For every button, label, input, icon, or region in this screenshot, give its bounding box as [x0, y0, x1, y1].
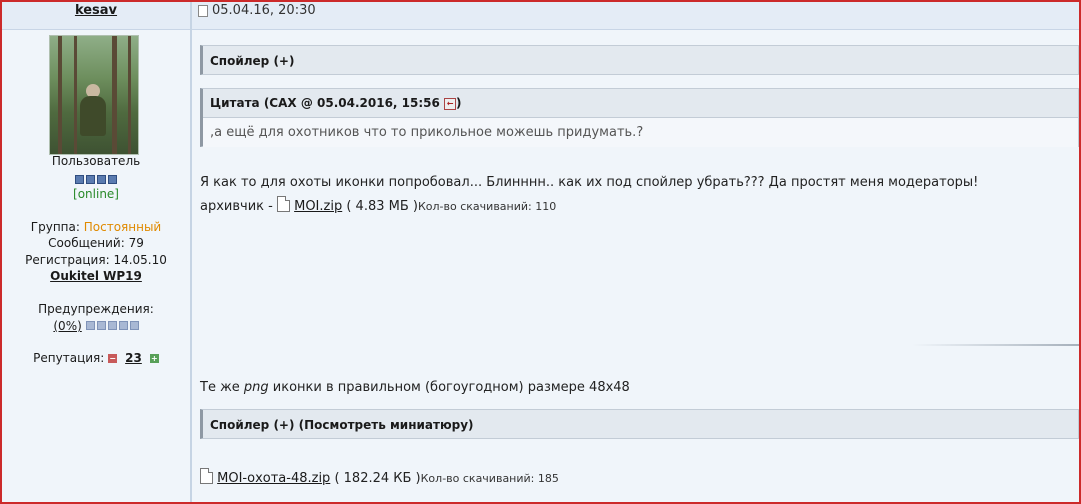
rep-minus-icon[interactable]: − — [108, 354, 118, 363]
line2-part-b: иконки в правильном (богоугодном) размер… — [268, 380, 630, 395]
post-body: 05.04.16, 20:30 Спойлер (+) Цитата (САХ … — [192, 2, 1079, 502]
reg-value: 14.05.10 — [113, 253, 167, 267]
post-date: 05.04.16, 20:30 — [212, 3, 316, 18]
file1-size: ( 4.83 МБ ) — [342, 199, 418, 214]
file1-downloads: Кол-во скачиваний: 110 — [417, 200, 557, 213]
warnings-row: (0%) — [2, 319, 190, 333]
file-icon — [276, 196, 290, 212]
username-link[interactable]: kesav — [2, 2, 190, 18]
reputation-row: Репутация: −23 + — [2, 351, 190, 365]
rank-pips — [2, 173, 190, 187]
avatar — [49, 35, 139, 155]
posts-label: Сообщений: — [48, 236, 125, 250]
online-status: [online] — [73, 187, 119, 201]
rep-plus-icon[interactable]: + — [149, 354, 159, 363]
reg-label: Регистрация: — [25, 253, 110, 267]
user-group: Группа: Постоянный — [2, 220, 190, 234]
line2-part-a: Те же — [200, 380, 244, 395]
quote-header-text: Цитата (САХ @ 05.04.2016, 15:56 — [210, 96, 445, 110]
avatar-person — [80, 96, 106, 136]
group-value: Постоянный — [83, 220, 162, 234]
rep-label: Репутация: — [33, 351, 105, 365]
user-registration: Регистрация: 14.05.10 — [2, 253, 190, 267]
avatar-tree — [112, 36, 117, 154]
file2-downloads: Кол-во скачиваний: 185 — [420, 472, 559, 485]
post-text-line2: Те же png иконки в правильном (богоугодн… — [200, 380, 630, 395]
user-posts: Сообщений: 79 — [2, 236, 190, 250]
warning-pips — [85, 321, 139, 330]
quote-header: Цитата (САХ @ 05.04.2016, 15:56 ←) — [203, 89, 1078, 118]
avatar-tree — [58, 36, 62, 154]
quote-back-icon[interactable]: ← — [444, 97, 457, 110]
post-text-line1: Я как то для охоты иконки попробовал... … — [200, 175, 979, 190]
avatar-tree — [74, 36, 77, 154]
spoiler-toggle-thumbnail[interactable]: Спойлер (+) (Посмотреть миниатюру) — [200, 409, 1079, 439]
avatar-tree — [128, 36, 131, 154]
quote-block: Цитата (САХ @ 05.04.2016, 15:56 ←) ,а ещ… — [200, 88, 1079, 147]
attachment-link-1[interactable]: MOI.zip — [294, 199, 342, 214]
line2-emphasis: png — [243, 380, 269, 395]
rep-value[interactable]: 23 — [125, 351, 142, 365]
warnings-label: Предупреждения: — [38, 302, 154, 316]
attachment-link-2[interactable]: MOI-охота-48.zip — [217, 471, 330, 486]
file-icon — [200, 468, 213, 484]
post-header: 05.04.16, 20:30 — [192, 2, 1079, 30]
post-doc-icon — [198, 5, 208, 17]
archive-label: архивчик - — [200, 199, 277, 214]
quote-header-end: ) — [456, 96, 462, 110]
group-label: Группа: — [30, 220, 80, 234]
username-bar: kesav — [2, 2, 190, 30]
warnings-value[interactable]: (0%) — [53, 319, 81, 333]
spoiler-toggle[interactable]: Спойлер (+) — [200, 45, 1079, 75]
device-link[interactable]: Oukitel WP19 — [50, 269, 142, 283]
user-device: Oukitel WP19 — [2, 269, 190, 283]
attachment-row-2: MOI-охота-48.zip ( 182.24 КБ )Кол-во ска… — [200, 468, 559, 486]
signature-divider — [912, 344, 1079, 346]
user-sidebar: kesav Пользователь [online] Группа: Пост… — [2, 2, 192, 502]
file2-size: ( 182.24 КБ ) — [330, 471, 421, 486]
quote-text: ,а ещё для охотников что то прикольное м… — [203, 118, 1078, 147]
posts-value: 79 — [128, 236, 144, 250]
attachment-row-1: архивчик - MOI.zip ( 4.83 МБ )Кол-во ска… — [200, 196, 556, 214]
user-role: Пользователь — [51, 154, 141, 168]
